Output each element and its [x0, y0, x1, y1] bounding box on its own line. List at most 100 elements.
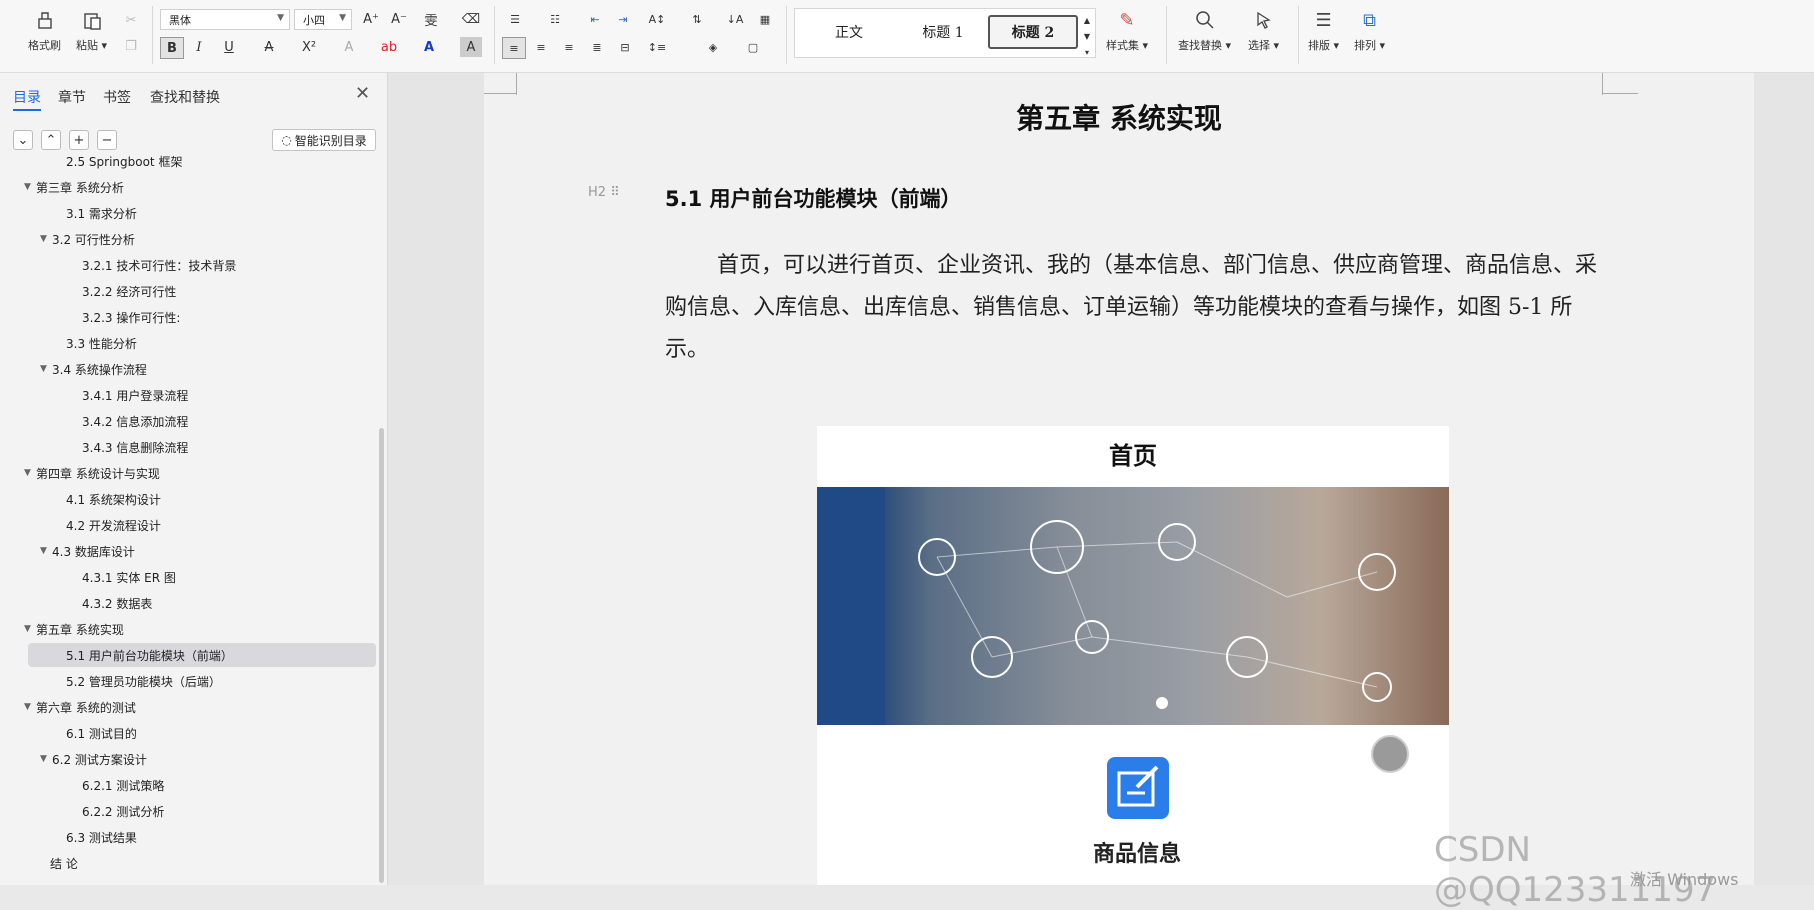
toc-item[interactable]: 4.2 开发流程设计	[54, 513, 161, 537]
chapter-title[interactable]: 第五章 系统实现	[484, 97, 1754, 137]
toc-item[interactable]: 6.3 测试结果	[54, 825, 137, 849]
toc-item[interactable]: ▼ 第四章 系统设计与实现	[24, 461, 160, 485]
distribute-icon[interactable]: ⊟	[614, 37, 636, 57]
layout-button[interactable]: ☰ 排版 ▾	[1308, 8, 1339, 53]
expand-triangle-icon[interactable]: ▼	[40, 364, 52, 374]
collapse-all-icon[interactable]: ⌄	[13, 130, 33, 150]
numbered-list-icon[interactable]: ☷	[544, 9, 566, 29]
font-size-select[interactable]: 小四 ▼	[294, 9, 352, 30]
toc-item[interactable]: 4.1 系统架构设计	[54, 487, 161, 511]
expand-triangle-icon[interactable]: ▼	[40, 754, 52, 764]
decrease-indent-icon[interactable]: ⇤	[584, 9, 606, 29]
find-replace-button[interactable]: 查找替换 ▾	[1178, 8, 1231, 53]
expand-triangle-icon[interactable]: ▼	[24, 468, 36, 478]
heading-level-marker[interactable]: H2 ⠿	[588, 185, 620, 200]
floating-assistant-ball[interactable]	[1371, 735, 1409, 773]
expand-triangle-icon[interactable]: ▼	[24, 182, 36, 192]
toc-item[interactable]: 5.2 管理员功能模块（后端）	[54, 669, 221, 693]
font-name-select[interactable]: 黑体 ▼	[160, 9, 290, 30]
toc-item[interactable]: 3.4.2 信息添加流程	[70, 409, 188, 433]
phonetic-guide-icon[interactable]: 雯	[420, 9, 442, 29]
table-icon[interactable]: ▦	[754, 9, 776, 29]
section-title[interactable]: 5.1 用户前台功能模块（前端）	[665, 183, 962, 213]
increase-indent-icon[interactable]: ⇥	[612, 9, 634, 29]
toc-item[interactable]: 4.3.1 实体 ER 图	[70, 565, 176, 589]
format-painter-button[interactable]: 格式刷	[28, 8, 61, 53]
toc-item[interactable]: 2.5 Springboot 框架	[54, 149, 182, 173]
border-icon[interactable]: ▢	[742, 37, 764, 57]
tab-bookmarks[interactable]: 书签	[103, 87, 131, 107]
select-button[interactable]: 选择 ▾	[1248, 8, 1279, 53]
style-heading1[interactable]: 标题 1	[895, 15, 991, 49]
toc-item-label: 6.2 测试方案设计	[52, 752, 147, 767]
tab-chapters[interactable]: 章节	[58, 87, 86, 107]
tab-toc[interactable]: 目录	[13, 87, 41, 107]
text-effect-icon[interactable]: A	[338, 37, 360, 57]
toc-item[interactable]: ▼ 3.4 系统操作流程	[40, 357, 147, 381]
toc-item[interactable]: 6.2.1 测试策略	[70, 773, 164, 797]
paste-button[interactable]: 粘贴 ▾	[76, 8, 107, 53]
shrink-font-icon[interactable]: A⁻	[388, 9, 410, 29]
line-spacing-icon[interactable]: ↕≡	[646, 37, 668, 57]
expand-triangle-icon[interactable]: ▼	[24, 702, 36, 712]
grow-font-icon[interactable]: A⁺	[360, 9, 382, 29]
clear-format-icon[interactable]: ⌫	[460, 9, 482, 29]
strikethrough-icon[interactable]: A	[258, 37, 280, 57]
toc-item-label: 6.2.2 测试分析	[82, 804, 165, 819]
toc-item[interactable]: ▼ 第三章 系统分析	[24, 175, 124, 199]
toc-scrollbar[interactable]	[379, 428, 384, 883]
add-heading-icon[interactable]: +	[69, 130, 89, 150]
toc-item[interactable]: 5.1 用户前台功能模块（前端）	[54, 643, 233, 667]
style-expand-icon[interactable]: ▾	[1076, 42, 1098, 62]
toc-item[interactable]: 结 论	[38, 851, 78, 875]
toc-item[interactable]: 3.1 需求分析	[54, 201, 137, 225]
align-center-icon[interactable]: ≡	[530, 37, 552, 57]
find-replace-label: 查找替换	[1178, 39, 1222, 52]
body-paragraph[interactable]: 首页，可以进行首页、企业资讯、我的（基本信息、部门信息、供应商管理、商品信息、采…	[665, 245, 1605, 371]
toc-item[interactable]: ▼ 3.2 可行性分析	[40, 227, 135, 251]
expand-triangle-icon[interactable]: ▼	[40, 546, 52, 556]
remove-heading-icon[interactable]: −	[97, 130, 117, 150]
highlight-icon[interactable]: ab	[378, 37, 400, 57]
toc-item-label: 6.2.1 测试策略	[82, 778, 165, 793]
toc-item[interactable]: ▼ 6.2 测试方案设计	[40, 747, 147, 771]
expand-triangle-icon[interactable]: ▼	[24, 624, 36, 634]
tab-find-replace[interactable]: 查找和替换	[150, 87, 220, 107]
toc-item[interactable]: 3.2.3 操作可行性:	[70, 305, 180, 329]
cut-icon[interactable]: ✂	[120, 10, 142, 30]
toc-item[interactable]: 3.3 性能分析	[54, 331, 137, 355]
superscript-icon[interactable]: X²	[298, 37, 320, 57]
style-heading2[interactable]: 标题 2	[988, 15, 1078, 49]
toc-item[interactable]: ▼ 第六章 系统的测试	[24, 695, 136, 719]
expand-triangle-icon[interactable]: ▼	[40, 234, 52, 244]
toc-item[interactable]: 3.2.1 技术可行性：技术背景	[70, 253, 236, 277]
smart-toc-button[interactable]: ◌ 智能识别目录	[272, 129, 376, 151]
justify-icon[interactable]: ≣	[586, 37, 608, 57]
sort-icon[interactable]: ⇅	[686, 9, 708, 29]
align-left-icon[interactable]: ≡	[502, 37, 526, 59]
toc-item[interactable]: 4.3.2 数据表	[70, 591, 152, 615]
expand-up-icon[interactable]: ⌃	[41, 130, 61, 150]
style-set-button[interactable]: ✎ 样式集 ▾	[1106, 8, 1148, 53]
toc-item[interactable]: 3.4.1 用户登录流程	[70, 383, 188, 407]
bullet-list-icon[interactable]: ☰	[504, 9, 526, 29]
char-shading-icon[interactable]: A	[460, 37, 482, 57]
toc-item[interactable]: 3.4.3 信息删除流程	[70, 435, 188, 459]
font-color-icon[interactable]: A	[418, 37, 440, 57]
underline-icon[interactable]: U	[218, 37, 240, 57]
toc-item[interactable]: 6.1 测试目的	[54, 721, 137, 745]
toc-item[interactable]: 3.2.2 经济可行性	[70, 279, 176, 303]
style-normal[interactable]: 正文	[805, 15, 893, 49]
italic-icon[interactable]: I	[188, 37, 210, 57]
toc-item[interactable]: 6.2.2 测试分析	[70, 799, 164, 823]
toc-item[interactable]: ▼ 第五章 系统实现	[24, 617, 124, 641]
close-icon[interactable]: ✕	[355, 83, 370, 104]
arrange-button[interactable]: ⧉ 排列 ▾	[1354, 8, 1385, 53]
shading-icon[interactable]: ◈	[702, 37, 724, 57]
text-direction-icon[interactable]: A↕	[646, 9, 668, 29]
toc-item[interactable]: ▼ 4.3 数据库设计	[40, 539, 135, 563]
align-right-icon[interactable]: ≡	[558, 37, 580, 57]
bold-icon[interactable]: B	[160, 37, 184, 59]
copy-icon[interactable]: ❐	[120, 36, 142, 56]
show-marks-icon[interactable]: ↓A	[724, 9, 746, 29]
